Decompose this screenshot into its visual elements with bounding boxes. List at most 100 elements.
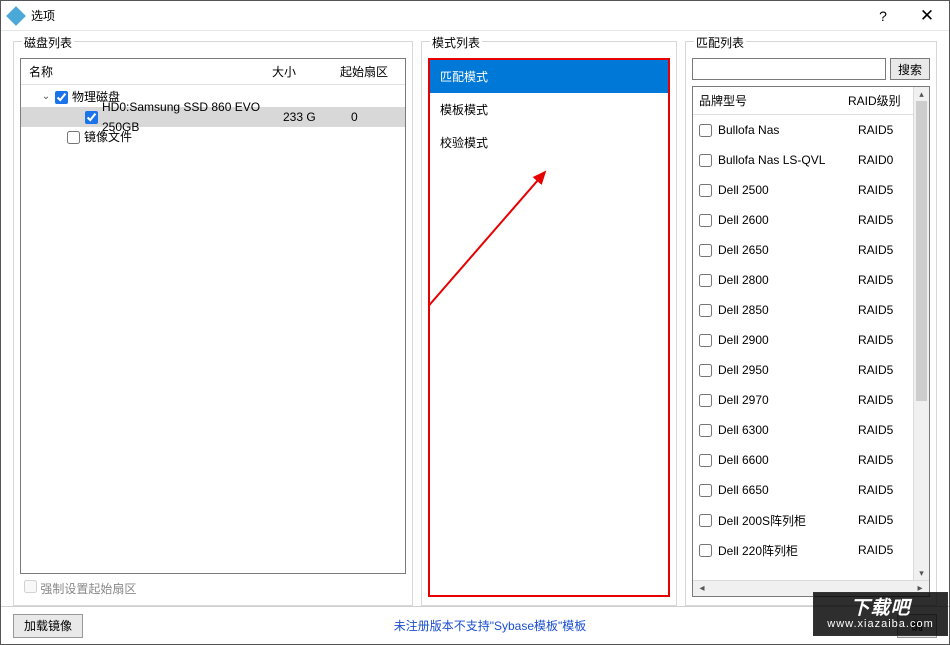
mode-list-group: 模式列表 匹配模式模板模式校验模式 — [421, 41, 677, 606]
table-row[interactable]: Dell 6650RAID5 — [693, 475, 913, 505]
vertical-scrollbar[interactable]: ▴ ▾ — [913, 87, 929, 580]
table-row[interactable]: Dell 2900RAID5 — [693, 325, 913, 355]
col-sector[interactable]: 起始扇区 — [340, 63, 405, 80]
col-size[interactable]: 大小 — [272, 63, 340, 80]
watermark: 下载吧 www.xiazaiba.com — [813, 592, 948, 636]
cell-model: Dell 200S阵列柜 — [718, 512, 858, 529]
disk-size: 233 G — [283, 107, 351, 127]
mode-item[interactable]: 模板模式 — [430, 93, 668, 126]
row-checkbox[interactable] — [699, 274, 712, 287]
table-row[interactable]: Dell 200S阵列柜RAID5 — [693, 505, 913, 535]
titlebar: 选项 ? ✕ — [1, 1, 949, 31]
cell-raid: RAID5 — [858, 483, 913, 497]
disk-sector: 0 — [351, 107, 405, 127]
options-dialog: 选项 ? ✕ 磁盘列表 名称 大小 起始扇区 ⌄ 物理磁盘 — [0, 0, 950, 645]
cell-model: Dell 2900 — [718, 333, 858, 347]
cell-model: Dell 2950 — [718, 363, 858, 377]
app-icon — [6, 6, 26, 26]
cell-model: Dell 6650 — [718, 483, 858, 497]
row-checkbox[interactable] — [699, 454, 712, 467]
table-row[interactable]: Dell 6600RAID5 — [693, 445, 913, 475]
table-row[interactable]: Dell 2800RAID5 — [693, 265, 913, 295]
table-row[interactable]: Dell 2970RAID5 — [693, 385, 913, 415]
row-checkbox[interactable] — [699, 364, 712, 377]
cell-model: Dell 220阵列柜 — [718, 542, 858, 559]
scroll-up-icon[interactable]: ▴ — [914, 87, 929, 101]
match-list-group: 匹配列表 搜索 品牌型号 RAID级别 Bullofa NasRAID5Bull… — [685, 41, 937, 606]
mode-list-box: 匹配模式模板模式校验模式 — [428, 58, 670, 597]
col-model[interactable]: 品牌型号 — [693, 92, 848, 109]
expand-caret-icon[interactable]: ⌄ — [39, 87, 53, 107]
row-checkbox[interactable] — [699, 394, 712, 407]
help-button[interactable]: ? — [861, 1, 905, 31]
window-title: 选项 — [31, 7, 861, 24]
table-row[interactable]: Dell 6300RAID5 — [693, 415, 913, 445]
cell-raid: RAID5 — [858, 183, 913, 197]
search-input[interactable] — [692, 58, 886, 80]
table-row[interactable]: Bullofa Nas LS-QVLRAID0 — [693, 145, 913, 175]
col-name[interactable]: 名称 — [21, 63, 272, 80]
cell-model: Dell 6600 — [718, 453, 858, 467]
cell-raid: RAID5 — [858, 363, 913, 377]
mode-item[interactable]: 校验模式 — [430, 126, 668, 159]
scroll-down-icon[interactable]: ▾ — [914, 566, 929, 580]
cell-model: Dell 2500 — [718, 183, 858, 197]
table-row[interactable]: Dell 2950RAID5 — [693, 355, 913, 385]
physical-disk-checkbox[interactable] — [55, 91, 68, 104]
dialog-footer: 加载镜像 未注册版本不支持"Sybase模板"模板 确 — [1, 606, 949, 644]
row-checkbox[interactable] — [699, 214, 712, 227]
scroll-left-icon[interactable]: ◂ — [695, 583, 709, 594]
row-checkbox[interactable] — [699, 244, 712, 257]
mode-item[interactable]: 匹配模式 — [430, 60, 668, 93]
cell-model: Dell 2800 — [718, 273, 858, 287]
disk-list-group: 磁盘列表 名称 大小 起始扇区 ⌄ 物理磁盘 — [13, 41, 413, 606]
tree-image-file[interactable]: 镜像文件 — [21, 127, 405, 147]
row-checkbox[interactable] — [699, 124, 712, 137]
footer-message: 未注册版本不支持"Sybase模板"模板 — [83, 617, 897, 634]
cell-raid: RAID5 — [858, 213, 913, 227]
table-row[interactable]: Dell 2600RAID5 — [693, 205, 913, 235]
load-image-button[interactable]: 加载镜像 — [13, 614, 83, 638]
row-checkbox[interactable] — [699, 304, 712, 317]
row-checkbox[interactable] — [699, 514, 712, 527]
cell-raid: RAID5 — [858, 453, 913, 467]
cell-raid: RAID5 — [858, 273, 913, 287]
disk-list-title: 磁盘列表 — [22, 34, 74, 51]
hd0-checkbox[interactable] — [85, 111, 98, 124]
table-row[interactable]: Dell 220阵列柜RAID5 — [693, 535, 913, 565]
cell-raid: RAID0 — [858, 153, 913, 167]
cell-raid: RAID5 — [858, 303, 913, 317]
table-row[interactable]: Dell 2650RAID5 — [693, 235, 913, 265]
cell-model: Dell 2600 — [718, 213, 858, 227]
row-checkbox[interactable] — [699, 544, 712, 557]
search-button[interactable]: 搜索 — [890, 58, 930, 80]
cell-model: Dell 2850 — [718, 303, 858, 317]
table-row[interactable]: Bullofa NasRAID5 — [693, 115, 913, 145]
row-checkbox[interactable] — [699, 484, 712, 497]
row-checkbox[interactable] — [699, 424, 712, 437]
cell-raid: RAID5 — [858, 123, 913, 137]
cell-raid: RAID5 — [858, 333, 913, 347]
col-raid[interactable]: RAID级别 — [848, 92, 913, 109]
image-file-checkbox[interactable] — [67, 131, 80, 144]
tree-item-label: 镜像文件 — [84, 127, 283, 147]
table-row[interactable]: Dell 2850RAID5 — [693, 295, 913, 325]
cell-raid: RAID5 — [858, 243, 913, 257]
cell-model: Bullofa Nas LS-QVL — [718, 153, 858, 167]
tree-disk-hd0[interactable]: HD0:Samsung SSD 860 EVO 250GB 233 G 0 — [21, 107, 405, 127]
row-checkbox[interactable] — [699, 184, 712, 197]
force-sector-checkbox — [24, 580, 37, 593]
cell-model: Dell 2970 — [718, 393, 858, 407]
row-checkbox[interactable] — [699, 154, 712, 167]
match-list-title: 匹配列表 — [694, 34, 746, 51]
cell-model: Dell 2650 — [718, 243, 858, 257]
table-row[interactable]: Dell 2500RAID5 — [693, 175, 913, 205]
cell-raid: RAID5 — [858, 423, 913, 437]
match-table-header: 品牌型号 RAID级别 — [693, 87, 913, 115]
cell-model: Dell 6300 — [718, 423, 858, 437]
close-button[interactable]: ✕ — [905, 1, 949, 31]
row-checkbox[interactable] — [699, 334, 712, 347]
force-sector-option: 强制设置起始扇区 — [24, 582, 136, 596]
disk-tree-header: 名称 大小 起始扇区 — [21, 59, 405, 85]
scroll-thumb[interactable] — [916, 101, 927, 401]
